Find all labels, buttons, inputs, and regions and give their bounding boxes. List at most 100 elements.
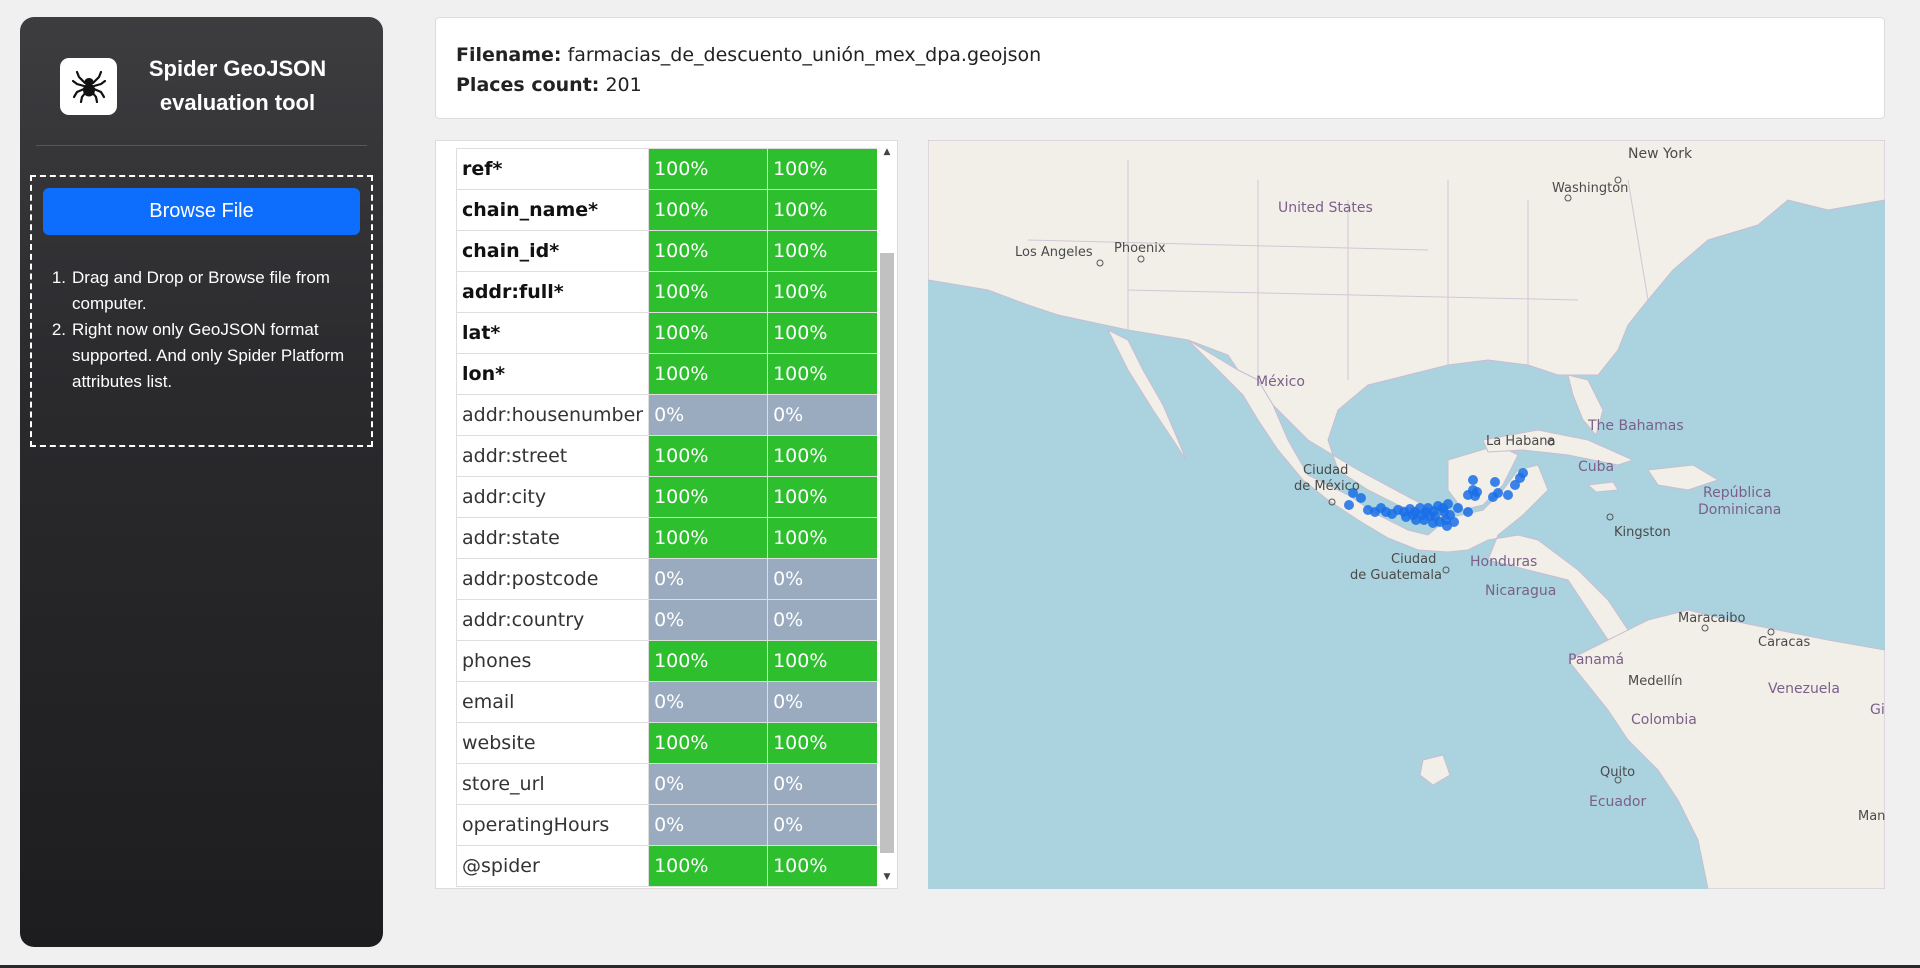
table-row: chain_id* 100% 100% [455,230,888,272]
fill-rate-cell: 100% [767,476,888,518]
table-row: chain_name* 100% 100% [455,189,888,231]
label-republica-2: Dominicana [1698,502,1781,518]
places-count-line: Places count: 201 [456,70,1864,100]
label-mexico: México [1256,374,1305,390]
table-row: addr:housenumber 0% 0% [455,394,888,436]
scroll-up-arrow-icon[interactable]: ▲ [877,145,897,159]
app-title: Spider GeoJSON evaluation tool [148,56,327,115]
fill-rate-cell: 100% [767,517,888,559]
attribute-name: addr:street [455,435,650,477]
label-maracaibo: Maracaibo [1678,611,1745,626]
table-row: lon* 100% 100% [455,353,888,395]
fill-rate-cell: 100% [648,312,769,354]
table-row: addr:state 100% 100% [455,517,888,559]
fill-rate-cell: 100% [767,189,888,231]
label-new-york: New York [1628,146,1693,162]
label-nicaragua: Nicaragua [1485,583,1556,599]
label-venezuela: Venezuela [1768,681,1840,697]
map-canvas[interactable]: New York Washington United States Los An… [928,140,1885,889]
table-row: addr:street 100% 100% [455,435,888,477]
table-row: email 0% 0% [455,681,888,723]
attributes-table-panel[interactable]: ref* 100% 100% chain_name* 100% 100% chain_id*… [435,140,898,889]
table-row: ref* 100% 100% [455,148,888,190]
fill-rate-cell: 100% [767,722,888,764]
fill-rate-cell: 0% [648,394,769,436]
attribute-name: addr:country [455,599,650,641]
instruction-item: 1. Drag and Drop or Browse file from com… [51,268,330,313]
instructions-list: 1. Drag and Drop or Browse file from com… [50,265,360,395]
attribute-name: operatingHours [455,804,650,846]
fill-rate-cell: 100% [648,271,769,313]
fill-rate-cell: 0% [767,681,888,723]
table-row: store_url 0% 0% [455,763,888,805]
attribute-name: store_url [455,763,650,805]
fill-rate-cell: 0% [648,681,769,723]
attribute-name: addr:state [455,517,650,559]
fill-rate-cell: 100% [648,353,769,395]
fill-rate-cell: 100% [767,148,888,190]
table-row: phones 100% 100% [455,640,888,682]
attribute-name: addr:housenumber [455,394,650,436]
label-panama: Panamá [1568,652,1624,668]
table-row: addr:country 0% 0% [455,599,888,641]
label-republica-1: República [1703,485,1771,501]
label-gi: Gi [1870,702,1885,718]
filename-line: Filename: farmacias_de_descuento_unión_m… [456,40,1864,70]
browse-file-button[interactable]: Browse File [43,188,360,235]
fill-rate-cell: 100% [767,640,888,682]
table-scrollbar[interactable]: ▲ ▼ [877,141,897,888]
divider [36,145,367,146]
table-row: @spider 100% 100% [455,845,888,887]
label-honduras: Honduras [1470,554,1537,570]
label-guatemala-2: de Guatemala [1350,568,1442,583]
fill-rate-cell: 100% [648,845,769,887]
label-la-habana: La Habana [1486,434,1556,449]
file-dropzone[interactable]: Browse File 1. Drag and Drop or Browse f… [30,175,373,447]
fill-rate-cell: 0% [648,763,769,805]
brand: Spider GeoJSON evaluation tool [60,51,350,121]
fill-rate-cell: 0% [767,599,888,641]
attribute-name: ref* [455,148,650,190]
attribute-name: @spider [455,845,650,887]
label-quito: Quito [1600,765,1635,780]
fill-rate-cell: 100% [767,435,888,477]
table-row: addr:city 100% 100% [455,476,888,518]
table-row: addr:postcode 0% 0% [455,558,888,600]
label-colombia: Colombia [1631,712,1697,728]
fill-rate-cell: 100% [767,312,888,354]
label-ecuador: Ecuador [1589,794,1646,810]
fill-rate-cell: 100% [648,189,769,231]
land-baja [1106,328,1187,461]
places-count-label: Places count: [456,74,600,96]
fill-rate-cell: 100% [648,476,769,518]
attribute-name: addr:postcode [455,558,650,600]
label-man: Man [1858,809,1885,824]
map-view[interactable]: New York Washington United States Los An… [928,140,1885,889]
attribute-name: chain_id* [455,230,650,272]
label-cdmx-1: Ciudad [1303,463,1348,478]
fill-rate-cell: 100% [648,435,769,477]
instruction-item: 2. Right now only GeoJSON format support… [51,320,345,391]
label-washington: Washington [1552,181,1628,196]
table-row: lat* 100% 100% [455,312,888,354]
scroll-down-arrow-icon[interactable]: ▼ [877,870,897,884]
table-row: operatingHours 0% 0% [455,804,888,846]
fill-rate-cell: 100% [648,722,769,764]
spider-icon [60,57,117,115]
fill-rate-cell: 100% [767,845,888,887]
label-cuba: Cuba [1578,459,1614,475]
label-los-angeles: Los Angeles [1015,245,1093,260]
attribute-name: lon* [455,353,650,395]
label-cdmx-2: de México [1294,479,1360,494]
label-bahamas: The Bahamas [1587,418,1684,434]
label-phoenix: Phoenix [1114,241,1166,256]
attribute-name: chain_name* [455,189,650,231]
sidebar: Spider GeoJSON evaluation tool Browse Fi… [20,17,383,947]
table-row: addr:full* 100% 100% [455,271,888,313]
label-medellin: Medellín [1628,674,1683,689]
label-guatemala-1: Ciudad [1391,552,1436,567]
scroll-thumb[interactable] [880,253,894,853]
attribute-name: lat* [455,312,650,354]
filename-value: farmacias_de_descuento_unión_mex_dpa.geo… [567,44,1042,66]
fill-rate-cell: 0% [767,558,888,600]
